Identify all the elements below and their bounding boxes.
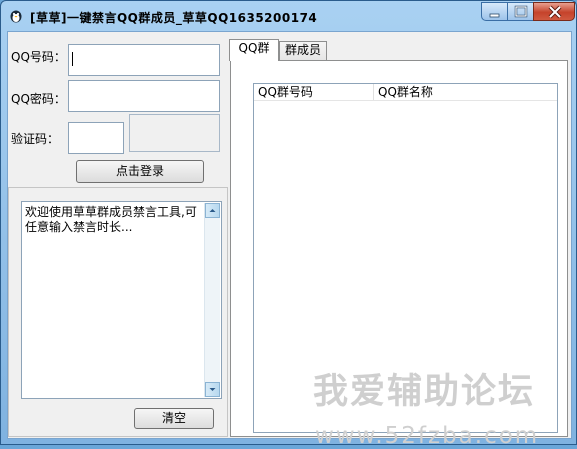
clear-button[interactable]: 清空 (134, 408, 214, 429)
maximize-icon (514, 5, 528, 18)
minimize-button[interactable] (481, 2, 508, 21)
list-header: QQ群号码 QQ群名称 (254, 84, 557, 101)
qq-number-label: QQ号码： (11, 50, 66, 64)
window-title: [草草]一键禁言QQ群成员_草草QQ1635200174 (30, 11, 318, 25)
column-header-group-name[interactable]: QQ群名称 (374, 84, 557, 100)
column-header-group-number[interactable]: QQ群号码 (254, 84, 374, 100)
tab-qq-group[interactable]: QQ群 (229, 39, 279, 61)
close-button[interactable] (533, 2, 575, 21)
arrow-down-icon (209, 388, 216, 391)
log-textarea[interactable]: 欢迎使用草草群成员禁言工具,可任意输入禁言时长... (21, 201, 222, 399)
log-panel: 欢迎使用草草群成员禁言工具,可任意输入禁言时长... 清空 (8, 187, 228, 437)
title-bar[interactable]: [草草]一键禁言QQ群成员_草草QQ1635200174 (1, 1, 576, 31)
app-window: [草草]一键禁言QQ群成员_草草QQ1635200174 QQ号码： QQ密码：… (0, 0, 577, 449)
qq-password-input[interactable] (68, 80, 220, 112)
client-area: QQ号码： QQ密码： 验证码： 点击登录 欢迎使用草草群成员禁言工具,可任意输… (7, 31, 572, 449)
scroll-up-button[interactable] (205, 203, 220, 218)
tab-group-members[interactable]: 群成员 (279, 41, 327, 60)
watermark-title: 我爱辅助论坛 (313, 372, 536, 412)
log-text: 欢迎使用草草群成员禁言工具,可任意输入禁言时长... (25, 205, 197, 234)
watermark-url: www.52fzba.com (315, 423, 540, 449)
login-button[interactable]: 点击登录 (76, 160, 204, 183)
penguin-icon (9, 9, 23, 23)
text-caret (72, 52, 73, 66)
qq-password-label: QQ密码： (11, 92, 66, 106)
arrow-up-icon (209, 209, 216, 212)
log-scrollbar[interactable] (204, 203, 220, 397)
close-icon (548, 5, 562, 19)
captcha-label: 验证码： (11, 132, 60, 146)
captcha-image[interactable] (129, 114, 220, 152)
scroll-down-button[interactable] (205, 382, 220, 397)
maximize-button[interactable] (507, 2, 534, 21)
minimize-icon (489, 13, 500, 18)
captcha-input[interactable] (68, 122, 124, 154)
qq-number-input[interactable] (68, 44, 220, 76)
